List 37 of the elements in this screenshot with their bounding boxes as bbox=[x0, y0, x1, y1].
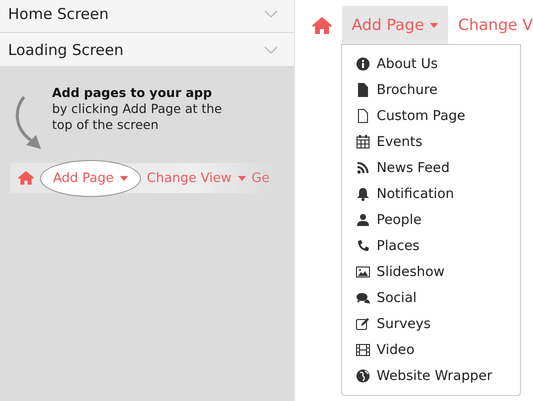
sidebar-item[interactable]: Home Screen bbox=[0, 0, 294, 33]
image-icon bbox=[356, 265, 370, 279]
menu-item[interactable]: People bbox=[342, 207, 520, 233]
edit-icon bbox=[356, 317, 370, 331]
menu-item[interactable]: Places bbox=[342, 233, 520, 259]
globe-icon bbox=[356, 369, 370, 383]
info-icon bbox=[356, 57, 370, 71]
sidebar-item[interactable]: Loading Screen bbox=[0, 33, 294, 67]
menu-item[interactable]: Surveys bbox=[342, 311, 520, 337]
person-icon bbox=[356, 213, 370, 227]
menu-item[interactable]: News Feed bbox=[342, 155, 520, 181]
caret-icon bbox=[238, 176, 246, 180]
bell-icon bbox=[356, 187, 370, 201]
rss-icon bbox=[356, 161, 370, 175]
film-icon bbox=[356, 343, 370, 357]
menu-item[interactable]: About Us bbox=[342, 51, 520, 77]
home-icon[interactable] bbox=[18, 171, 34, 185]
menu-item[interactable]: Social bbox=[342, 285, 520, 311]
calendar-icon bbox=[356, 135, 370, 149]
menu-item[interactable]: Video bbox=[342, 337, 520, 363]
chevron-down-icon bbox=[264, 46, 278, 54]
menu-item[interactable]: Slideshow bbox=[342, 259, 520, 285]
menu-item[interactable]: Notification bbox=[342, 181, 520, 207]
menu-item[interactable]: Brochure bbox=[342, 77, 520, 103]
menu-item[interactable]: Website Wrapper bbox=[342, 363, 520, 389]
tutorial-text: by clicking Add Page at the top of the screen bbox=[52, 101, 223, 133]
chevron-down-icon bbox=[264, 10, 278, 18]
menu-item[interactable]: Events bbox=[342, 129, 520, 155]
chat-bubbles-icon bbox=[356, 291, 370, 305]
menu-item[interactable]: Custom Page bbox=[342, 103, 520, 129]
phone-icon bbox=[356, 239, 370, 253]
caret-icon bbox=[120, 176, 128, 180]
home-icon[interactable] bbox=[312, 16, 332, 34]
tutorial-title: Add pages to your app bbox=[52, 85, 213, 101]
caret-icon bbox=[430, 22, 438, 28]
document-icon bbox=[356, 83, 370, 97]
blank-page-icon bbox=[356, 109, 370, 123]
